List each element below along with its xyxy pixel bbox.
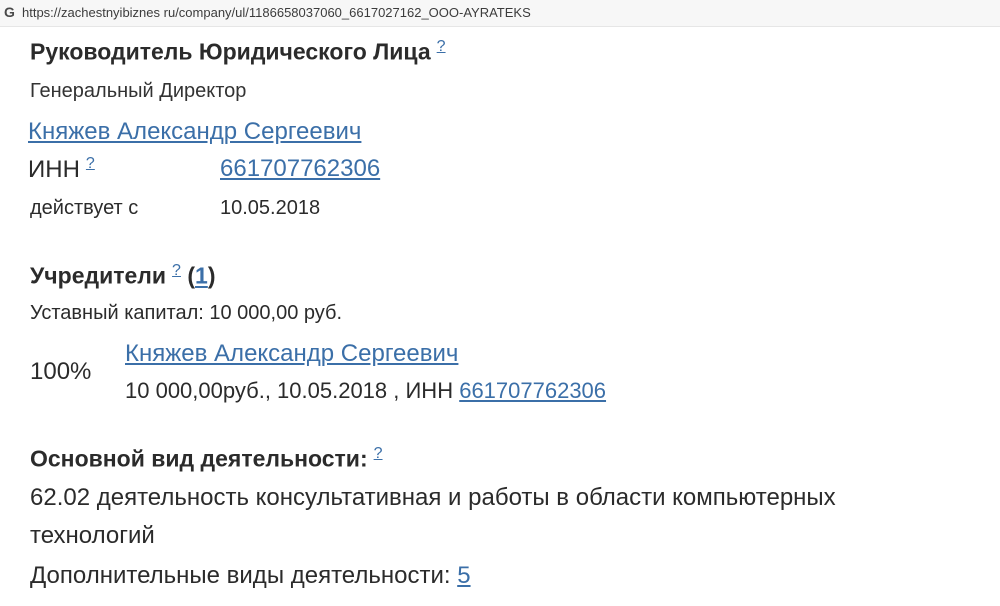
founders-help-link[interactable]: ?: [172, 262, 181, 279]
extra-activities-label: Дополнительные виды деятельности:: [30, 562, 458, 589]
founders-title: Учредители: [30, 262, 167, 289]
activity-title: Основной вид деятельности:: [30, 445, 368, 472]
help-link[interactable]: ?: [437, 38, 446, 55]
inn-help-link[interactable]: ?: [86, 155, 95, 172]
browser-address-bar[interactable]: G https://zachestnyibiznes ru/company/ul…: [0, 0, 1000, 27]
charter-capital: Уставный капитал: 10 000,00 руб.: [30, 302, 343, 324]
founder-name-link[interactable]: Княжев Александр Сергеевич: [125, 340, 458, 368]
director-title: Руководитель Юридического Лица: [30, 38, 431, 65]
founders-count-link[interactable]: 1: [195, 263, 208, 289]
section-title-founders: Учредители? (1): [30, 262, 215, 290]
director-name-link[interactable]: Княжев Александр Сергеевич: [28, 118, 361, 146]
main-activity-line2: технологий: [30, 522, 155, 549]
since-value: 10.05.2018: [220, 197, 321, 219]
activity-help-link[interactable]: ?: [374, 445, 383, 462]
founder-details: 10 000,00руб., 10.05.2018 , ИНН 66170776…: [125, 378, 606, 404]
inn-label: ИНН: [28, 156, 80, 183]
director-position: Генеральный Директор: [30, 80, 247, 102]
founders-count-close: ): [207, 262, 216, 289]
google-g-icon: G: [4, 4, 15, 20]
director-inn-link[interactable]: 661707762306: [220, 155, 380, 183]
extra-activities-row: Дополнительные виды деятельности: 5: [30, 562, 471, 590]
extra-activities-count-link[interactable]: 5: [457, 562, 470, 589]
founder-share: 100%: [30, 358, 92, 385]
since-label: действует с: [30, 197, 139, 219]
main-activity-line1: 62.02 деятельность консультативная и раб…: [30, 484, 836, 511]
inn-label-row: ИНН?: [28, 155, 95, 184]
founder-inn-link[interactable]: 661707762306: [459, 378, 606, 403]
section-title-activity: Основной вид деятельности:?: [30, 445, 383, 473]
founders-count-open: (: [187, 262, 196, 289]
section-title-director: Руководитель Юридического Лица?: [30, 38, 446, 66]
url-text[interactable]: https://zachestnyibiznes ru/company/ul/1…: [22, 5, 531, 20]
founder-details-text: 10 000,00руб., 10.05.2018 , ИНН: [125, 378, 460, 403]
